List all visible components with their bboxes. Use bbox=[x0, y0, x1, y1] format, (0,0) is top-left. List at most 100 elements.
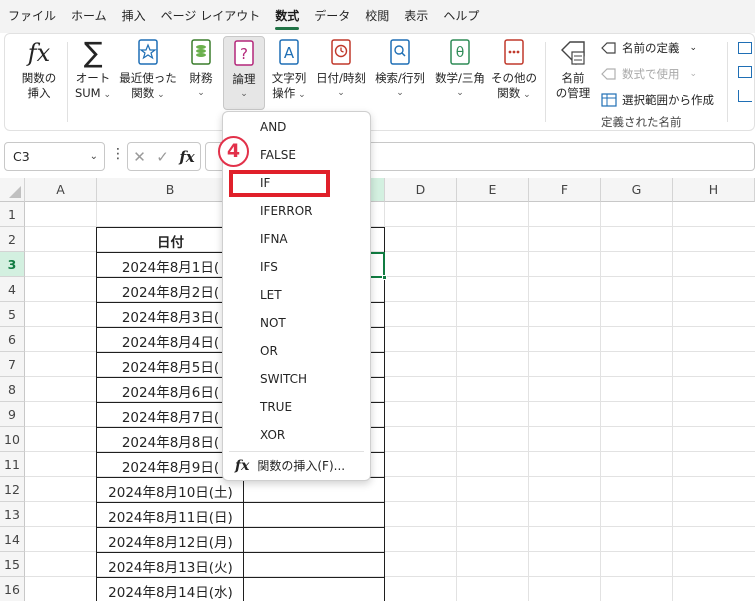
row-header-14[interactable]: 14 bbox=[0, 527, 25, 552]
row-header-6[interactable]: 6 bbox=[0, 327, 25, 352]
financial-button[interactable]: 財務 ⌄ bbox=[181, 38, 221, 101]
select-all-corner[interactable] bbox=[0, 178, 25, 202]
ribbon-separator bbox=[727, 42, 728, 122]
row-header-5[interactable]: 5 bbox=[0, 302, 25, 327]
logical-button[interactable]: ? 論理 ⌄ bbox=[223, 36, 265, 110]
insert-function-button[interactable]: fx 関数の 挿入 bbox=[17, 38, 61, 101]
tag-icon bbox=[558, 38, 588, 68]
column-header-h[interactable]: H bbox=[673, 178, 755, 202]
autosum-button[interactable]: ∑ オート SUM ⌄ bbox=[71, 38, 115, 103]
function-item-not[interactable]: NOT bbox=[260, 314, 286, 332]
column-header-a[interactable]: A bbox=[25, 178, 97, 202]
more-functions-button[interactable]: その他の 関数 ⌄ bbox=[489, 38, 539, 103]
row-header-3[interactable]: 3 bbox=[0, 252, 25, 277]
tab-review[interactable]: 校閲 bbox=[365, 0, 389, 33]
tab-insert[interactable]: 挿入 bbox=[122, 0, 146, 33]
chevron-down-icon: ⌄ bbox=[689, 43, 698, 53]
chevron-down-icon: ⌄ bbox=[337, 88, 345, 98]
column-header-e[interactable]: E bbox=[457, 178, 529, 202]
create-from-selection-button[interactable]: 選択範囲から作成 bbox=[601, 92, 714, 108]
math-button[interactable]: θ 数学/三角 ⌄ bbox=[430, 38, 490, 101]
gridline-vertical bbox=[528, 202, 529, 601]
function-item-ifs[interactable]: IFS bbox=[260, 258, 278, 276]
tab-file[interactable]: ファイル bbox=[8, 0, 56, 33]
tab-home[interactable]: ホーム bbox=[71, 0, 107, 33]
remove-arrows-icon[interactable] bbox=[738, 90, 752, 102]
tab-help[interactable]: ヘルプ bbox=[443, 0, 479, 33]
fill-handle[interactable] bbox=[382, 275, 387, 280]
insert-function-label-1: 関数の bbox=[21, 71, 57, 85]
name-manager-button[interactable]: 名前 の管理 bbox=[551, 38, 595, 101]
chevron-down-icon: ⌄ bbox=[396, 88, 404, 98]
function-item-or[interactable]: OR bbox=[260, 342, 278, 360]
define-name-button[interactable]: 名前の定義 ⌄ bbox=[601, 40, 697, 56]
clock-book-icon bbox=[330, 38, 352, 68]
row-header-9[interactable]: 9 bbox=[0, 402, 25, 427]
date-cell[interactable]: 2024年8月10日(土) bbox=[97, 481, 244, 501]
if-highlight-box bbox=[229, 170, 330, 197]
trace-precedents-icon[interactable] bbox=[738, 42, 752, 54]
row-header-12[interactable]: 12 bbox=[0, 477, 25, 502]
function-item-ifna[interactable]: IFNA bbox=[260, 230, 288, 248]
lookup-button[interactable]: 検索/行列 ⌄ bbox=[370, 38, 430, 101]
text-functions-button[interactable]: A 文字列 操作 ⌄ bbox=[267, 38, 311, 103]
function-item-true[interactable]: TRUE bbox=[260, 398, 292, 416]
autosum-label-2: SUM ⌄ bbox=[74, 86, 112, 100]
tab-view[interactable]: 表示 bbox=[404, 0, 428, 33]
defined-names-group-label: 定義された名前 bbox=[601, 115, 682, 129]
tab-formulas[interactable]: 数式 bbox=[275, 0, 300, 33]
menu-bar: ファイル ホーム 挿入 ページ レイアウト 数式 データ 校閲 表示 ヘルプ bbox=[0, 0, 755, 33]
tag-icon bbox=[601, 67, 617, 81]
function-item-false[interactable]: FALSE bbox=[260, 146, 296, 164]
datetime-button[interactable]: 日付/時刻 ⌄ bbox=[311, 38, 371, 101]
define-name-label: 名前の定義 bbox=[622, 41, 680, 55]
logical-functions-dropdown: AND FALSE IF IFERROR IFNA IFS LET NOT OR SWITCH TR… bbox=[222, 111, 371, 481]
function-item-iferror[interactable]: IFERROR bbox=[260, 202, 312, 220]
row-header-10[interactable]: 10 bbox=[0, 427, 25, 452]
row-header-8[interactable]: 8 bbox=[0, 377, 25, 402]
tag-icon bbox=[601, 41, 617, 55]
name-manager-label-2: の管理 bbox=[555, 86, 591, 100]
function-item-xor[interactable]: XOR bbox=[260, 426, 285, 444]
date-cell[interactable]: 2024年8月14日(水) bbox=[97, 581, 244, 601]
confirm-icon[interactable]: ✓ bbox=[156, 148, 169, 166]
recent-functions-button[interactable]: 最近使った 関数 ⌄ bbox=[118, 38, 178, 103]
date-cell[interactable]: 2024年8月12日(月) bbox=[97, 531, 244, 551]
name-box[interactable]: C3 ⌄ bbox=[4, 142, 105, 171]
row-header-15[interactable]: 15 bbox=[0, 552, 25, 577]
row-header-16[interactable]: 16 bbox=[0, 577, 25, 601]
use-in-formula-button[interactable]: 数式で使用 ⌄ bbox=[601, 66, 697, 82]
function-item-let[interactable]: LET bbox=[260, 286, 282, 304]
function-item-and[interactable]: AND bbox=[260, 118, 286, 136]
column-header-d[interactable]: D bbox=[385, 178, 457, 202]
row-header-1[interactable]: 1 bbox=[0, 202, 25, 227]
formula-bar-buttons: ✕ ✓ fx bbox=[127, 142, 201, 171]
more-options-icon[interactable]: ⋮ bbox=[111, 146, 125, 162]
svg-text:A: A bbox=[284, 44, 295, 62]
cancel-icon[interactable]: ✕ bbox=[133, 148, 146, 166]
row-header-7[interactable]: 7 bbox=[0, 352, 25, 377]
tab-page-layout[interactable]: ページ レイアウト bbox=[161, 0, 261, 33]
fx-icon[interactable]: fx bbox=[179, 148, 194, 166]
tab-data[interactable]: データ bbox=[314, 0, 350, 33]
column-header-f[interactable]: F bbox=[529, 178, 601, 202]
chevron-down-icon[interactable]: ⌄ bbox=[90, 143, 98, 170]
fx-icon: fx bbox=[235, 457, 250, 474]
row-header-11[interactable]: 11 bbox=[0, 452, 25, 477]
row-header-2[interactable]: 2 bbox=[0, 227, 25, 252]
insert-function-menu-label: 関数の挿入(F)... bbox=[257, 459, 346, 473]
trace-dependents-icon[interactable] bbox=[738, 66, 752, 78]
column-header-g[interactable]: G bbox=[601, 178, 673, 202]
fx-icon: fx bbox=[27, 39, 51, 67]
logical-label: 論理 bbox=[232, 72, 256, 86]
date-cell[interactable]: 2024年8月13日(火) bbox=[97, 556, 244, 576]
row-header-13[interactable]: 13 bbox=[0, 502, 25, 527]
insert-function-menu-item[interactable]: fx 関数の挿入(F)... bbox=[235, 457, 345, 474]
table-row-border bbox=[96, 577, 385, 578]
table-row-border bbox=[96, 527, 385, 528]
function-item-switch[interactable]: SWITCH bbox=[260, 370, 307, 388]
datetime-label: 日付/時刻 bbox=[316, 71, 366, 85]
search-book-icon bbox=[389, 38, 411, 68]
row-header-4[interactable]: 4 bbox=[0, 277, 25, 302]
date-cell[interactable]: 2024年8月11日(日) bbox=[97, 506, 244, 526]
